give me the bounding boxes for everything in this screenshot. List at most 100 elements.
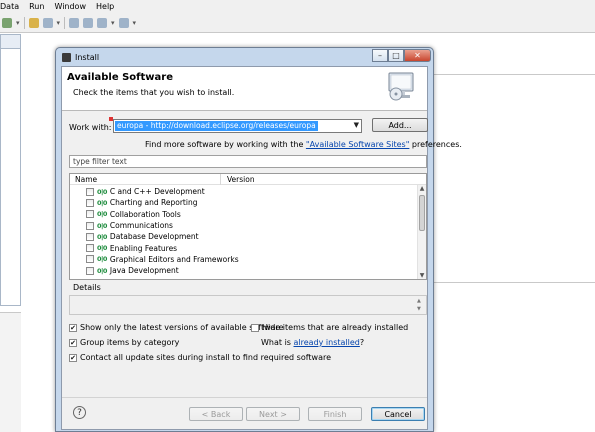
details-area: ▲ ▼	[69, 295, 427, 315]
row-checkbox[interactable]	[86, 266, 94, 275]
category-icon: 0|0	[97, 187, 107, 196]
scroll-down-icon[interactable]: ▼	[418, 272, 426, 279]
group-by-category-checkbox[interactable]: ✔	[69, 338, 77, 347]
chevron-down-icon[interactable]: ▾	[111, 19, 115, 27]
finish-button[interactable]: Finish	[308, 407, 362, 421]
maximize-button[interactable]: □	[388, 49, 404, 62]
tree-row[interactable]: 0|0 Database Development	[70, 231, 239, 242]
menu-window[interactable]: Window	[49, 2, 91, 11]
close-button[interactable]: ✕	[404, 49, 431, 62]
row-checkbox[interactable]	[86, 232, 94, 241]
chevron-down-icon[interactable]: ▾	[57, 19, 61, 27]
install-wizard-icon	[387, 70, 415, 104]
toolbar-separator	[23, 16, 25, 29]
work-with-combo[interactable]: europa - http://download.eclipse.org/rel…	[113, 119, 362, 133]
dialog-title: Install	[75, 52, 100, 62]
help-icon[interactable]: ?	[73, 406, 86, 419]
software-tree[interactable]: Name Version 0|0 C and C++ Development 0|…	[69, 173, 427, 280]
row-checkbox[interactable]	[86, 198, 94, 207]
category-icon: 0|0	[97, 232, 107, 241]
column-version[interactable]: Version	[227, 175, 255, 184]
menu-data[interactable]: Data	[0, 2, 24, 11]
view-header	[1, 35, 20, 49]
category-icon: 0|0	[97, 244, 107, 253]
category-icon: 0|0	[97, 221, 107, 230]
tree-rows: 0|0 C and C++ Development 0|0 Charting and…	[70, 186, 239, 276]
chevron-down-icon[interactable]: ▾	[16, 19, 20, 27]
scroll-up-icon[interactable]: ▲	[418, 185, 426, 192]
forward-icon[interactable]	[118, 17, 129, 28]
row-checkbox[interactable]	[86, 210, 94, 219]
latest-only-checkbox[interactable]: ✔	[69, 323, 77, 332]
wizard-header: Available Software Check the items that …	[62, 67, 427, 111]
row-label: Java Development	[109, 266, 179, 276]
contact-update-sites-checkbox[interactable]: ✔	[69, 353, 77, 362]
contact-update-sites-option[interactable]: ✔ Contact all update sites during instal…	[69, 353, 331, 362]
tree-row[interactable]: 0|0 Collaboration Tools	[70, 209, 239, 220]
tree-row[interactable]: 0|0 Charting and Reporting	[70, 197, 239, 208]
open-type-icon[interactable]	[28, 17, 39, 28]
minimize-button[interactable]: –	[372, 49, 388, 62]
tree-row[interactable]: 0|0 Graphical Editors and Frameworks	[70, 254, 239, 265]
category-icon: 0|0	[97, 266, 107, 275]
divider	[432, 282, 595, 283]
row-checkbox[interactable]	[86, 187, 94, 196]
menu-run[interactable]: Run	[24, 2, 49, 11]
back-icon[interactable]	[97, 17, 108, 28]
scroll-thumb[interactable]	[419, 195, 425, 231]
column-name[interactable]: Name	[75, 175, 97, 184]
available-software-sites-link[interactable]: "Available Software Sites"	[306, 140, 409, 149]
details-label: Details	[73, 283, 101, 292]
eclipse-app-icon	[62, 52, 71, 62]
tree-scrollbar[interactable]: ▲ ▼	[417, 185, 426, 279]
row-label: C and C++ Development	[109, 187, 205, 197]
row-label: Enabling Features	[109, 243, 178, 253]
outline-view	[0, 312, 21, 432]
filter-input[interactable]: type filter text	[69, 155, 427, 168]
next-button[interactable]: Next >	[246, 407, 300, 421]
hide-installed-checkbox[interactable]	[251, 323, 259, 332]
what-is-prefix: What is	[261, 338, 291, 347]
row-checkbox[interactable]	[86, 255, 94, 264]
find-more-text: Find more software by working with the "…	[145, 140, 462, 149]
find-more-prefix: Find more software by working with the	[145, 140, 304, 149]
run-icon[interactable]	[2, 17, 12, 28]
row-checkbox[interactable]	[86, 221, 94, 230]
chevron-down-icon[interactable]: ▼	[354, 121, 359, 129]
category-icon: 0|0	[97, 198, 107, 207]
row-checkbox[interactable]	[86, 244, 94, 253]
install-dialog: Install – □ ✕ Available Software Check t…	[55, 47, 462, 432]
find-more-suffix: preferences.	[411, 140, 462, 149]
tree-row[interactable]: 0|0 Java Development	[70, 265, 239, 276]
already-installed-link[interactable]: already installed	[294, 338, 360, 347]
dialog-titlebar[interactable]: Install – □ ✕	[56, 48, 433, 66]
next-annotation-icon[interactable]	[69, 17, 80, 28]
details-scrollbar[interactable]: ▲ ▼	[417, 297, 425, 313]
search-icon[interactable]	[42, 17, 53, 28]
cancel-button[interactable]: Cancel	[371, 407, 425, 421]
back-button[interactable]: < Back	[189, 407, 243, 421]
menu-help[interactable]: Help	[91, 2, 119, 11]
row-label: Graphical Editors and Frameworks	[109, 254, 239, 264]
page-subtitle: Check the items that you wish to install…	[73, 88, 235, 97]
category-icon: 0|0	[97, 255, 107, 264]
column-divider[interactable]	[220, 174, 221, 185]
tree-row[interactable]: 0|0 C and C++ Development	[70, 186, 239, 197]
add-button[interactable]: Add...	[372, 118, 428, 132]
tree-row[interactable]: 0|0 Enabling Features	[70, 242, 239, 253]
toolbar-separator	[64, 16, 66, 29]
work-with-value[interactable]: europa - http://download.eclipse.org/rel…	[115, 121, 318, 131]
chevron-down-icon[interactable]: ▾	[133, 19, 137, 27]
group-by-category-label: Group items by category	[80, 338, 180, 347]
group-by-category-option[interactable]: ✔ Group items by category	[69, 338, 179, 347]
prev-annotation-icon[interactable]	[83, 17, 94, 28]
hide-installed-option[interactable]: Hide items that are already installed	[251, 323, 408, 332]
main-toolbar: ▾ ▾ ▾ ▾	[0, 13, 595, 33]
row-label: Collaboration Tools	[109, 209, 181, 219]
tree-row[interactable]: 0|0 Communications	[70, 220, 239, 231]
tree-columns: Name Version	[70, 174, 426, 185]
window-controls: – □ ✕	[372, 49, 431, 62]
page-title: Available Software	[67, 72, 174, 83]
dialog-client: Available Software Check the items that …	[61, 66, 462, 430]
row-label: Database Development	[109, 232, 199, 242]
